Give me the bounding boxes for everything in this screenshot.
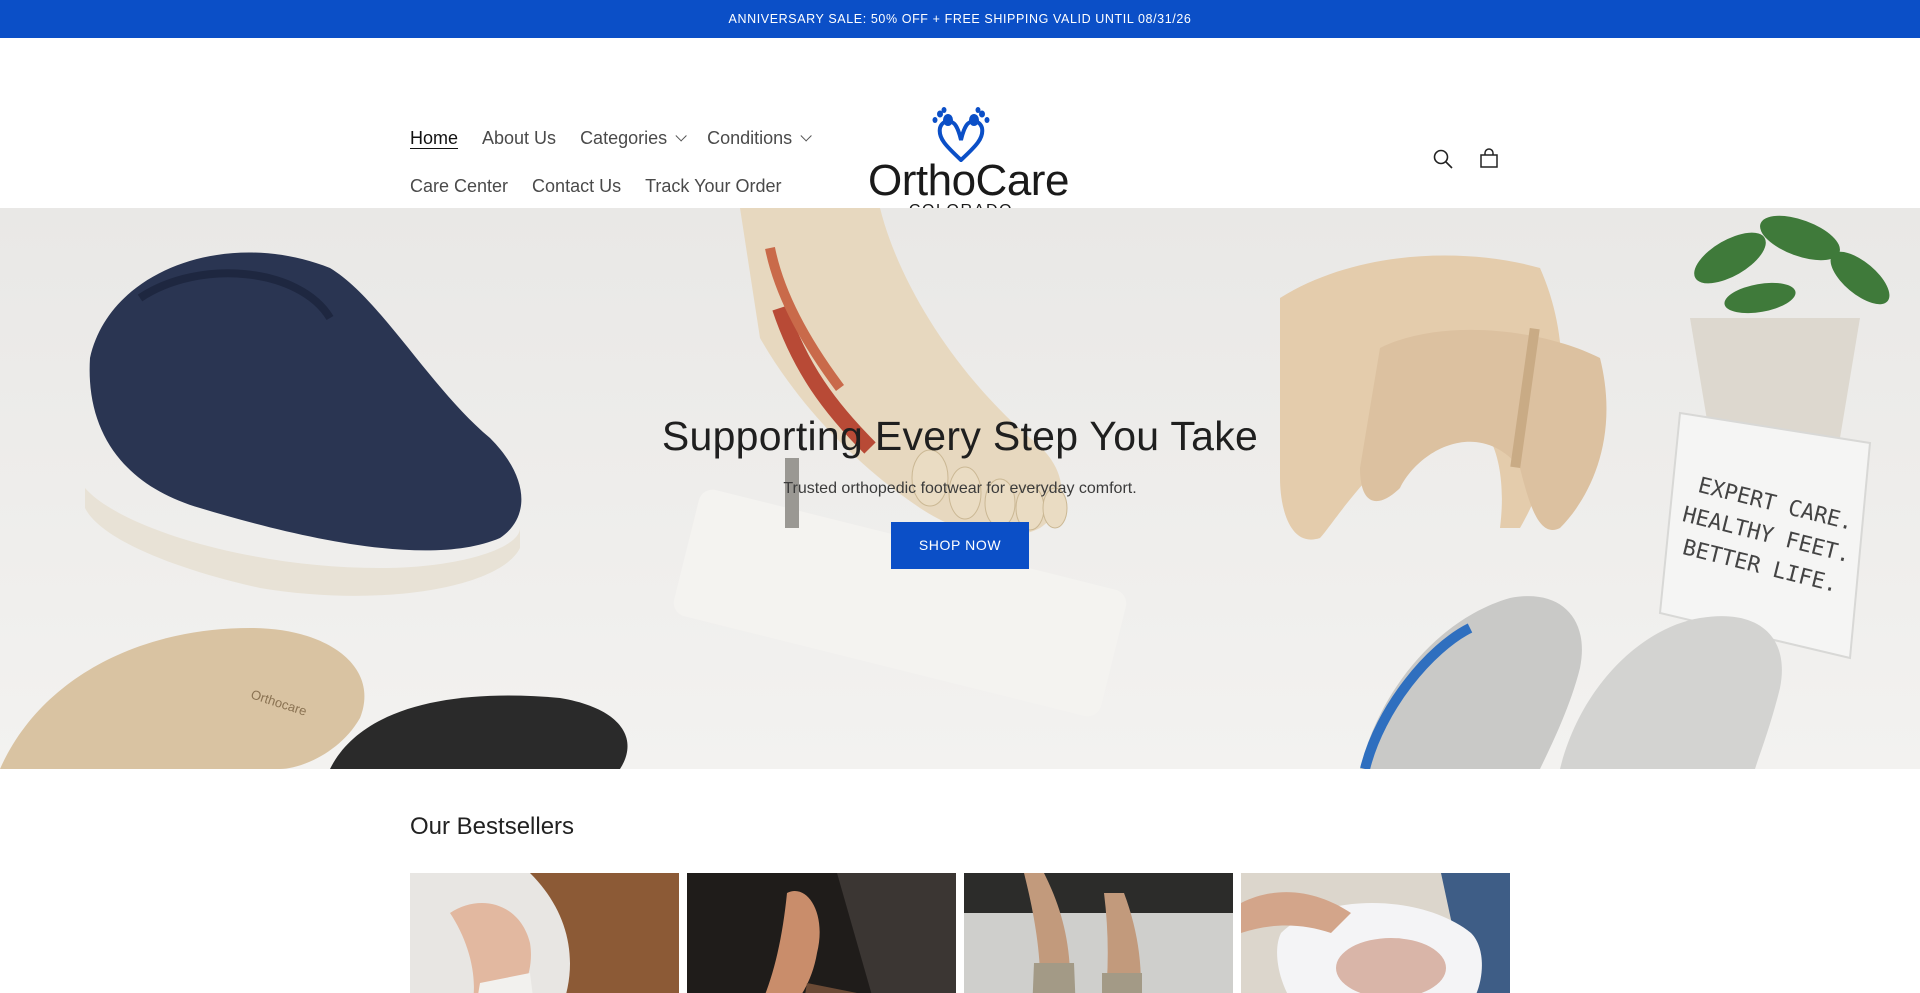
hero-subtitle: Trusted orthopedic footwear for everyday…: [783, 480, 1137, 497]
main-nav: Home About Us Categories Conditions Care…: [410, 116, 812, 208]
product-card[interactable]: [410, 873, 679, 993]
nav-label-home: Home: [410, 127, 459, 148]
nav-label-conditions: Conditions: [707, 127, 793, 148]
bestsellers-section: Our Bestsellers: [0, 769, 1920, 993]
nav-item-home[interactable]: Home: [410, 128, 458, 149]
nav-label-track-order: Track Your Order: [645, 175, 782, 196]
nav-label-care-center: Care Center: [410, 175, 509, 196]
nav-item-care-center[interactable]: Care Center: [410, 176, 508, 197]
hero-title: Supporting Every Step You Take: [661, 413, 1259, 459]
product-image: [410, 873, 679, 993]
nav-label-contact-us: Contact Us: [532, 175, 622, 196]
product-card[interactable]: [1241, 873, 1510, 993]
hero-banner: EXPERT CARE. HEALTHY FEET. BETTER LIFE. …: [0, 208, 1920, 769]
nav-label-about-us: About Us: [482, 127, 557, 148]
announcement-text: ANNIVERSARY SALE: 50% OFF + FREE SHIPPIN…: [728, 12, 1192, 26]
cart-icon[interactable]: [1476, 146, 1502, 172]
nav-item-conditions[interactable]: Conditions: [707, 127, 812, 149]
nav-item-contact-us[interactable]: Contact Us: [532, 176, 621, 197]
logo-title: OrthoCare: [868, 156, 1069, 205]
footprint-heart-icon: [932, 107, 990, 162]
bestsellers-title: Our Bestsellers: [410, 813, 575, 840]
nav-item-categories[interactable]: Categories: [580, 127, 687, 149]
shop-now-button[interactable]: SHOP NOW: [891, 522, 1029, 569]
site-logo[interactable]: OrthoCare COLORADO: [868, 106, 1069, 219]
nav-item-about-us[interactable]: About Us: [482, 128, 556, 149]
nav-label-categories: Categories: [580, 127, 668, 148]
nav-item-track-order[interactable]: Track Your Order: [645, 176, 781, 197]
product-card[interactable]: [687, 873, 956, 993]
chevron-down-icon: [675, 130, 687, 142]
hero-content: Supporting Every Step You Take Trusted o…: [0, 413, 1920, 569]
header-icons: [1430, 146, 1502, 172]
product-grid: [410, 873, 1510, 993]
announcement-bar: ANNIVERSARY SALE: 50% OFF + FREE SHIPPIN…: [0, 0, 1920, 38]
product-card[interactable]: [964, 873, 1233, 993]
product-image: [687, 873, 956, 993]
product-image: [1241, 873, 1510, 993]
search-icon[interactable]: [1430, 146, 1456, 172]
site-header: Home About Us Categories Conditions Care…: [0, 38, 1920, 219]
chevron-down-icon: [800, 130, 812, 142]
product-image: [964, 873, 1233, 993]
